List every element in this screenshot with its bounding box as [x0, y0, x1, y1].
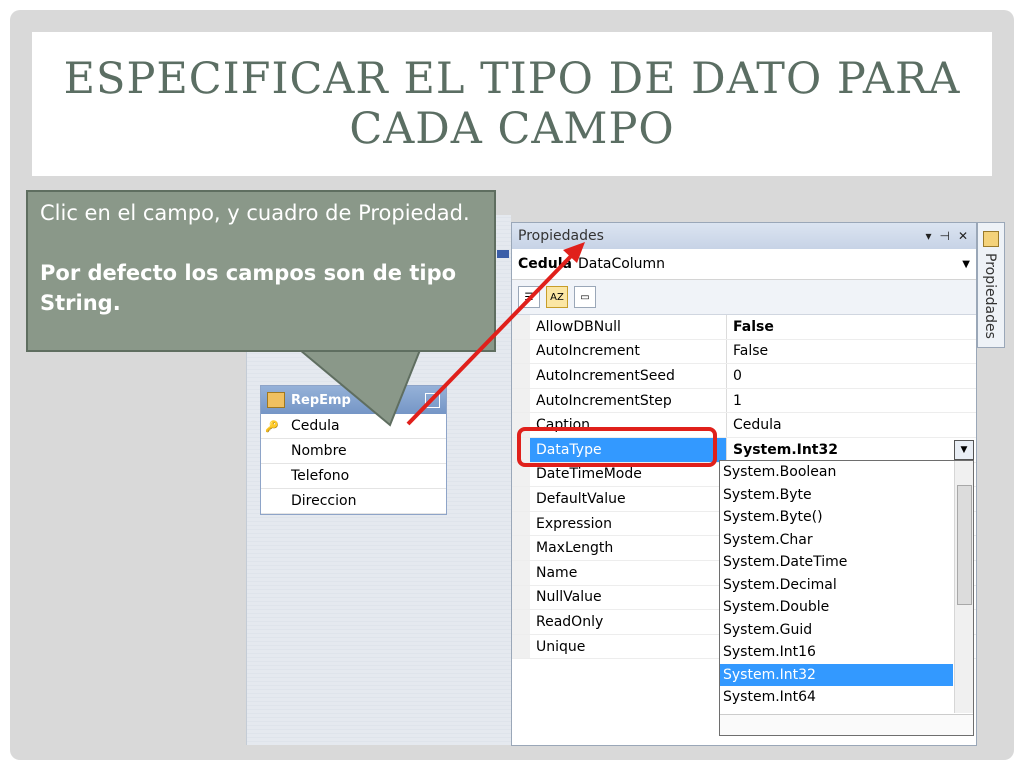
slide-title: ESPECIFICAR EL TIPO DE DATO PARA CADA CA… — [63, 54, 961, 154]
title-box: ESPECIFICAR EL TIPO DE DATO PARA CADA CA… — [32, 32, 992, 176]
field-label: Nombre — [291, 443, 347, 459]
pin-icon[interactable]: ⊣ — [939, 229, 949, 243]
property-name: AllowDBNull — [530, 315, 727, 339]
object-selector[interactable]: Cedula DataColumn ▼ — [512, 249, 976, 280]
property-row[interactable]: AutoIncrementStep 1 — [512, 388, 976, 414]
property-name: DataType — [530, 437, 727, 462]
scrollbar-thumb[interactable] — [957, 485, 972, 605]
datatype-option[interactable]: System.DateTime — [720, 551, 953, 574]
properties-toolbar: ☰ AZ ▭ — [512, 280, 976, 315]
datatype-option[interactable]: System.Guid — [720, 619, 953, 642]
property-name: ReadOnly — [530, 610, 727, 634]
property-pages-icon[interactable]: ▭ — [574, 286, 596, 308]
panel-title-bar: Propiedades ▾ ⊣ ✕ — [512, 223, 976, 249]
property-name: Caption — [530, 413, 727, 437]
callout-text: Clic en el campo, y cuadro de Propiedad. — [40, 201, 470, 225]
property-name: Name — [530, 560, 727, 585]
datatype-option[interactable]: System.Byte — [720, 484, 953, 507]
property-name: AutoIncrementStep — [530, 388, 727, 413]
property-name: DateTimeMode — [530, 462, 727, 487]
property-row[interactable]: DataType System.Int32 ▼ — [512, 437, 976, 463]
key-icon: 🔑 — [265, 419, 279, 433]
property-row[interactable]: AutoIncrementSeed 0 — [512, 364, 976, 389]
properties-icon — [983, 231, 999, 247]
chevron-down-icon[interactable]: ▼ — [962, 259, 970, 270]
datatype-option[interactable]: System.Int32 — [720, 663, 953, 686]
property-value[interactable]: System.Int32 — [727, 442, 976, 458]
callout-tail — [300, 350, 422, 427]
datatype-option[interactable]: System.Decimal — [720, 574, 953, 597]
property-name: NullValue — [530, 585, 727, 610]
table-row-telefono[interactable]: Telefono — [261, 464, 446, 489]
datatype-option[interactable]: System.Boolean — [720, 461, 953, 484]
datatype-option[interactable]: System.Char — [720, 529, 953, 552]
datatype-option[interactable]: System.Double — [720, 596, 953, 619]
table-icon — [267, 392, 285, 408]
datatype-dropdown-list[interactable]: System.Boolean System.Byte System.Byte() Sy… — [719, 460, 974, 736]
property-name: DefaultValue — [530, 487, 727, 511]
close-icon[interactable]: ✕ — [958, 229, 968, 243]
property-name: AutoIncrement — [530, 339, 727, 364]
panel-menu-icon[interactable]: ▾ — [925, 229, 931, 243]
designer-toolbar-icon — [497, 250, 509, 258]
property-value[interactable]: False — [727, 343, 976, 359]
field-label: Telefono — [291, 468, 350, 484]
property-value[interactable]: Cedula — [727, 417, 976, 433]
table-row-nombre[interactable]: Nombre — [261, 439, 446, 464]
categorized-icon[interactable]: ☰ — [518, 286, 540, 308]
side-tab-label: Propiedades — [982, 253, 998, 339]
property-row[interactable]: AutoIncrement False — [512, 339, 976, 365]
callout-bold-text: Por defecto los campos son de tipo Strin… — [40, 261, 457, 315]
property-name: MaxLength — [530, 536, 727, 560]
side-tab-properties[interactable]: Propiedades — [977, 222, 1005, 348]
property-name: AutoIncrementSeed — [530, 364, 727, 388]
dropdown-arrow-icon[interactable]: ▼ — [954, 439, 974, 460]
scrollbar[interactable] — [954, 461, 973, 713]
table-row-direccion[interactable]: Direccion — [261, 489, 446, 514]
alphabetical-icon[interactable]: AZ — [546, 286, 568, 308]
object-type: DataColumn — [578, 256, 666, 272]
object-name: Cedula — [518, 256, 573, 272]
panel-title: Propiedades — [518, 228, 604, 244]
resize-grip[interactable] — [720, 714, 973, 735]
property-value[interactable]: 0 — [727, 368, 976, 384]
property-row[interactable]: Caption Cedula — [512, 413, 976, 438]
property-value[interactable]: False — [727, 319, 976, 335]
datatype-option[interactable]: System.Byte() — [720, 506, 953, 529]
property-value[interactable]: 1 — [727, 393, 976, 409]
property-row[interactable]: AllowDBNull False — [512, 315, 976, 340]
callout-note: Clic en el campo, y cuadro de Propiedad.… — [26, 190, 496, 352]
datatype-option[interactable]: System.Int64 — [720, 686, 953, 709]
property-name: Expression — [530, 511, 727, 536]
property-name: Unique — [530, 634, 727, 659]
field-label: Direccion — [291, 493, 357, 509]
datatype-option[interactable]: System.Int16 — [720, 641, 953, 664]
